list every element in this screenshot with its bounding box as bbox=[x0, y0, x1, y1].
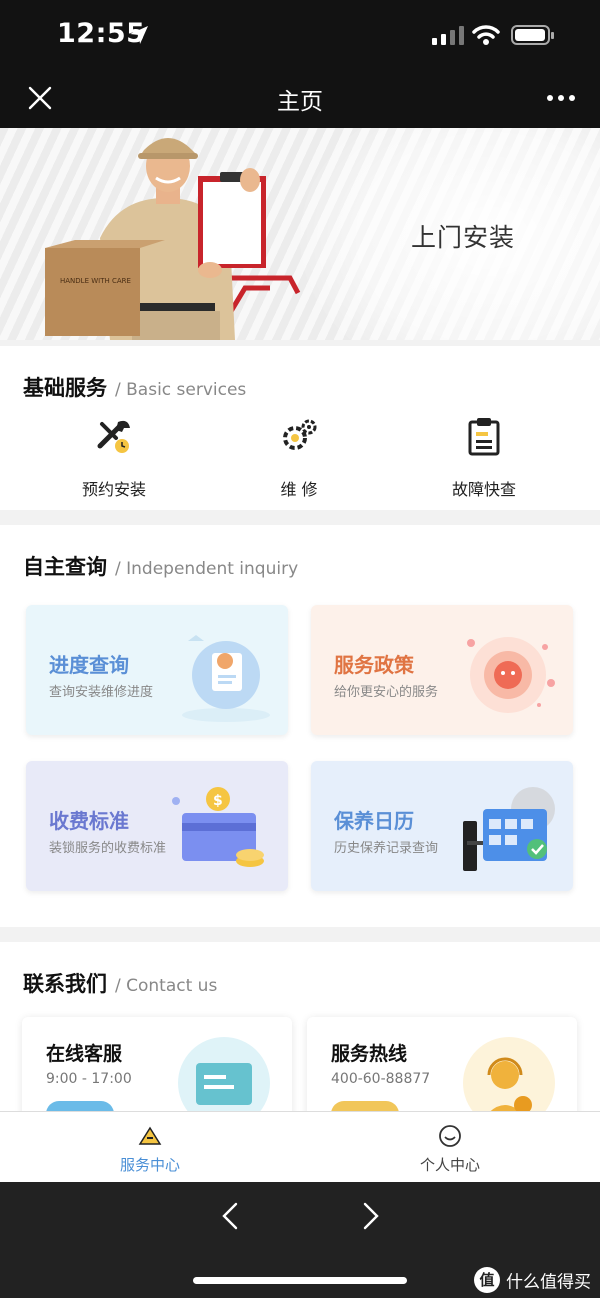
smiley-icon bbox=[439, 1125, 461, 1147]
clipboard-icon bbox=[468, 418, 500, 456]
nav-bar: 主页 bbox=[0, 68, 600, 128]
basic-services-section: 基础服务 / Basic services 预约安装 维 修 故障快查 bbox=[0, 346, 600, 510]
inquiry-section: 自主查询 / Independent inquiry 进度查询 查询安装维修进度 … bbox=[0, 525, 600, 927]
card-title: 服务热线 bbox=[331, 1043, 408, 1065]
document-search-illustration bbox=[182, 635, 270, 722]
delivery-man-illustration: HANDLE WITH CARE bbox=[45, 138, 301, 340]
contact-title: 联系我们 bbox=[23, 972, 107, 996]
chat-window-icon bbox=[178, 1037, 270, 1112]
section-title: 基础服务 / Basic services bbox=[23, 372, 246, 402]
back-chevron-icon[interactable] bbox=[219, 1201, 241, 1231]
wifi-icon bbox=[472, 25, 500, 45]
service-install-label: 预约安装 bbox=[81, 480, 146, 499]
service-troubleshoot-label: 故障快查 bbox=[451, 480, 516, 499]
credit-card-coins-illustration: $ bbox=[172, 787, 264, 867]
card-progress-inquiry[interactable]: 进度查询 查询安装维修进度 bbox=[26, 605, 288, 735]
card-desc: 历史保养记录查询 bbox=[334, 841, 439, 856]
card-title: 服务政策 bbox=[334, 653, 414, 677]
section-title: 联系我们 / Contact us bbox=[23, 968, 217, 998]
card-service-hotline[interactable]: 服务热线 400-60-88877 bbox=[307, 1017, 577, 1112]
wrench-icon bbox=[97, 420, 130, 453]
battery-icon bbox=[511, 25, 554, 45]
location-arrow-icon bbox=[130, 26, 148, 44]
cellular-signal-icon bbox=[432, 26, 464, 45]
watermark-badge: 值 bbox=[474, 1267, 500, 1293]
card-desc: 装锁服务的收费标准 bbox=[49, 841, 167, 856]
contact-section: 联系我们 / Contact us 在线客服 9:00 - 17:00 服务热线 … bbox=[0, 942, 600, 1112]
card-title: 进度查询 bbox=[49, 653, 129, 677]
more-options-icon[interactable] bbox=[546, 94, 576, 102]
box-label: HANDLE WITH CARE bbox=[60, 277, 131, 285]
status-bar: 12:55 bbox=[0, 0, 600, 68]
card-online-service[interactable]: 在线客服 9:00 - 17:00 bbox=[22, 1017, 292, 1112]
tab-service-center[interactable]: 服务中心 bbox=[75, 1124, 225, 1175]
calendar-lock-illustration bbox=[463, 787, 555, 871]
inquiry-title: 自主查询 bbox=[23, 555, 107, 579]
basic-services-subtitle: / Basic services bbox=[115, 380, 247, 400]
card-service-policy[interactable]: 服务政策 给你更安心的服务 bbox=[311, 605, 573, 735]
service-repair-label: 维 修 bbox=[280, 480, 318, 499]
card-maintenance-calendar[interactable]: 保养日历 历史保养记录查询 bbox=[311, 761, 573, 891]
card-desc: 9:00 - 17:00 bbox=[46, 1071, 132, 1087]
banner-text: 上门安装 bbox=[411, 223, 516, 252]
tab-label: 个人中心 bbox=[419, 1156, 480, 1174]
inquiry-subtitle: / Independent inquiry bbox=[115, 559, 299, 579]
card-fee-standard[interactable]: 收费标准 装锁服务的收费标准 $ bbox=[26, 761, 288, 891]
watermark: 值什么值得买 bbox=[474, 1267, 591, 1293]
chat-bubble-illustration bbox=[467, 637, 555, 713]
card-title: 在线客服 bbox=[46, 1043, 123, 1065]
svg-text:$: $ bbox=[213, 793, 223, 809]
card-desc: 给你更安心的服务 bbox=[334, 685, 439, 700]
headset-agent-icon bbox=[463, 1037, 555, 1112]
browser-toolbar: 值什么值得买 bbox=[0, 1182, 600, 1298]
card-desc: 查询安装维修进度 bbox=[49, 685, 154, 700]
home-indicator[interactable] bbox=[193, 1277, 407, 1284]
service-troubleshoot[interactable]: 故障快查 bbox=[414, 416, 554, 500]
forward-chevron-icon[interactable] bbox=[360, 1201, 382, 1231]
page-title: 主页 bbox=[277, 89, 323, 115]
gears-icon bbox=[283, 419, 317, 450]
tab-personal-center[interactable]: 个人中心 bbox=[375, 1124, 525, 1175]
service-repair[interactable]: 维 修 bbox=[229, 416, 369, 500]
service-center-tab-icon bbox=[138, 1126, 162, 1145]
bottom-tab-bar: 服务中心 个人中心 bbox=[0, 1111, 600, 1182]
card-desc: 400-60-88877 bbox=[331, 1071, 431, 1087]
basic-services-title: 基础服务 bbox=[23, 376, 107, 400]
hero-banner[interactable]: HANDLE WITH CARE 上门安装 bbox=[0, 128, 600, 340]
card-title: 收费标准 bbox=[49, 809, 129, 833]
contact-subtitle: / Contact us bbox=[115, 976, 218, 996]
service-install[interactable]: 预约安装 bbox=[44, 416, 184, 500]
section-title: 自主查询 / Independent inquiry bbox=[23, 551, 298, 581]
watermark-text: 什么值得买 bbox=[506, 1272, 591, 1293]
tab-label: 服务中心 bbox=[119, 1156, 180, 1174]
card-title: 保养日历 bbox=[334, 809, 414, 833]
